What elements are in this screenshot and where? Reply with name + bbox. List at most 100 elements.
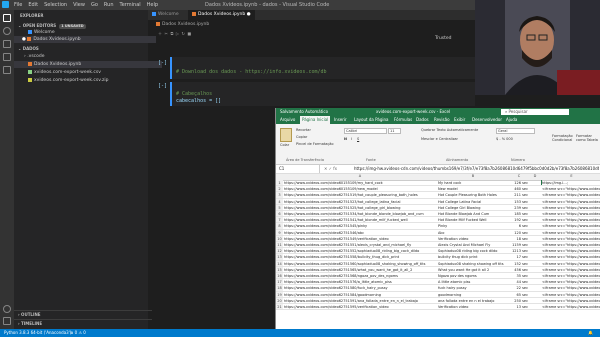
folder-item-notebook[interactable]: Dados Xvideos.ipynb (14, 61, 162, 68)
wrap-text-button[interactable]: Quebrar Texto Automaticamente (421, 128, 478, 132)
tab-formulas[interactable]: Fórmulas (394, 116, 412, 124)
table-cell[interactable]: <iframe src="https://www.xvideos.com/emb… (542, 304, 600, 309)
extensions-icon[interactable] (3, 66, 11, 74)
column-header[interactable]: B (438, 174, 508, 178)
outline-section[interactable]: › OUTLINE (14, 310, 152, 318)
row-number: 4 (276, 198, 283, 204)
group-clipboard: Área de Transferência (286, 158, 325, 162)
tab-help[interactable]: Ajuda (506, 116, 517, 124)
formula-input[interactable]: https://img-hw.xvideos-cdn.com/videos/th… (354, 165, 599, 173)
row-number: 2 (276, 186, 283, 192)
tab-developer[interactable]: Desenvolvedor (472, 116, 502, 124)
open-editors-section[interactable]: ⌄ OPEN EDITORS 1 UNSAVED (14, 22, 152, 29)
tab-label: Dados Xvideos.ipynb (198, 12, 246, 17)
menu-terminal[interactable]: Terminal (120, 2, 141, 8)
folder-item-vscode[interactable]: › .vscode (14, 53, 158, 60)
menu-view[interactable]: View (73, 2, 85, 8)
menu-file[interactable]: File (14, 2, 22, 8)
add-cell-icon[interactable]: ＋ (158, 31, 162, 36)
row-number: 13 (276, 254, 283, 260)
timeline-section[interactable]: › TIMELINE (14, 319, 152, 327)
tab-review[interactable]: Revisão (434, 116, 450, 124)
merge-center-button[interactable]: Mesclar e Centralizar (421, 137, 458, 141)
table-cell[interactable]: https://www.xvideos.com/video62751595/ve… (284, 304, 436, 309)
tab-insert[interactable]: Inserir (334, 116, 347, 124)
table-cell[interactable]: 13 sec (510, 304, 528, 309)
row-number: 6 (276, 211, 283, 217)
folder-item-zip[interactable]: xvideos.com-export-week.csv.zip (14, 77, 162, 84)
table-format-button[interactable]: Formatar como Tabela (576, 134, 600, 142)
tab-view[interactable]: Exibir (454, 116, 465, 124)
column-header[interactable]: E (542, 174, 600, 178)
search-box[interactable]: ⌕ Pesquisar (501, 109, 569, 115)
close-icon[interactable]: ● (247, 12, 251, 17)
menu-go[interactable]: Go (91, 2, 98, 8)
name-box[interactable]: C1 (279, 165, 320, 173)
problems-status[interactable]: ⊗ 0 ⚠ 0 (70, 329, 86, 337)
explorer-icon[interactable] (3, 14, 11, 22)
cell-bracket: [-] (158, 60, 168, 66)
search-icon[interactable] (3, 27, 11, 35)
row-number: 15 (276, 266, 283, 272)
python-interpreter[interactable]: Python 3.8.3 64-bit ('Anaconda3') (4, 329, 71, 337)
menu-run[interactable]: Run (104, 2, 114, 8)
conditional-format-button[interactable]: Formatação Condicional (552, 134, 574, 142)
run-debug-icon[interactable] (3, 53, 11, 61)
tab-home[interactable]: Página Inicial (300, 116, 331, 124)
zip-file-icon (28, 77, 32, 82)
gear-icon[interactable] (3, 317, 11, 325)
copy-icon[interactable]: ⧉ (170, 31, 173, 36)
menu-help[interactable]: Help (147, 2, 158, 8)
spreadsheet-grid[interactable]: 1 https://www.xvideos.com/video60155109/m… (276, 180, 600, 329)
explorer-title: EXPLORER (20, 13, 44, 18)
run-icon[interactable]: ▷ (176, 31, 179, 36)
copy-button[interactable]: Copiar (296, 135, 307, 139)
tab-welcome[interactable]: Welcome (148, 10, 183, 20)
cut-icon[interactable]: ✂ (165, 31, 168, 36)
paste-icon[interactable] (280, 128, 292, 142)
format-painter-button[interactable]: Pincel de Formatação (296, 142, 334, 146)
formula-bar: C1 ✕ ✓ fx https://img-hw.xvideos-cdn.com… (276, 165, 600, 174)
stop-icon[interactable]: ■ (187, 31, 191, 36)
bell-icon[interactable]: 🔔 (588, 329, 593, 337)
underline-button[interactable]: S (357, 137, 359, 141)
menu-selection[interactable]: Selection (44, 2, 67, 8)
paste-button[interactable]: Colar (280, 143, 289, 147)
column-header[interactable]: A (284, 174, 436, 178)
source-control-icon[interactable] (3, 40, 11, 48)
tab-data[interactable]: Dados (416, 116, 429, 124)
code-cell[interactable] (170, 57, 475, 79)
open-editor-welcome[interactable]: Welcome (14, 29, 162, 36)
account-icon[interactable] (3, 305, 11, 313)
folder-section[interactable]: ⌄ DADOS (14, 45, 152, 52)
open-editor-notebook[interactable]: ● Dados Xvideos.ipynb (14, 36, 156, 43)
tab-page-layout[interactable]: Layout da Página (354, 116, 388, 124)
table-cell[interactable]: Verification video (438, 304, 508, 309)
cut-button[interactable]: Recortar (296, 128, 311, 132)
number-format-select[interactable]: Geral (496, 128, 535, 134)
table-row[interactable]: 21 https://www.xvideos.com/video62751595/… (276, 304, 600, 311)
code-line: # Cabeçalhos (176, 91, 213, 97)
notebook-icon (28, 61, 32, 66)
autosave-label[interactable]: Salvamento Automático (280, 108, 328, 116)
open-editor-label: Welcome (34, 30, 55, 35)
open-editor-label: Dados Xvideos.ipynb (33, 37, 81, 42)
tab-notebook[interactable]: Dados Xvideos.ipynb ● (188, 10, 255, 20)
currency-button[interactable]: $ - % 000 (496, 137, 513, 141)
menu-edit[interactable]: Edit (28, 2, 38, 8)
outline-label: OUTLINE (21, 312, 41, 317)
kernel-status[interactable]: Trusted (435, 36, 452, 41)
ribbon: Colar Recortar Copiar Pincel de Formataç… (276, 124, 600, 165)
folder-item-csv[interactable]: xvideos.com-export-week.csv (14, 69, 162, 76)
column-header[interactable]: D (530, 174, 540, 178)
italic-button[interactable]: I (351, 137, 352, 141)
font-size-select[interactable]: 11 (388, 128, 401, 134)
column-header[interactable]: C (510, 174, 528, 178)
window-title: Dados Xvideos.ipynb - dados - Visual Stu… (205, 2, 330, 8)
row-number: 9 (276, 229, 283, 235)
tab-file[interactable]: Arquivo (280, 116, 295, 124)
font-select[interactable]: Calibri (344, 128, 387, 134)
bold-button[interactable]: N (344, 137, 347, 141)
folder-item-label: .vscode (27, 54, 45, 59)
restart-icon[interactable]: ↻ (181, 31, 184, 36)
